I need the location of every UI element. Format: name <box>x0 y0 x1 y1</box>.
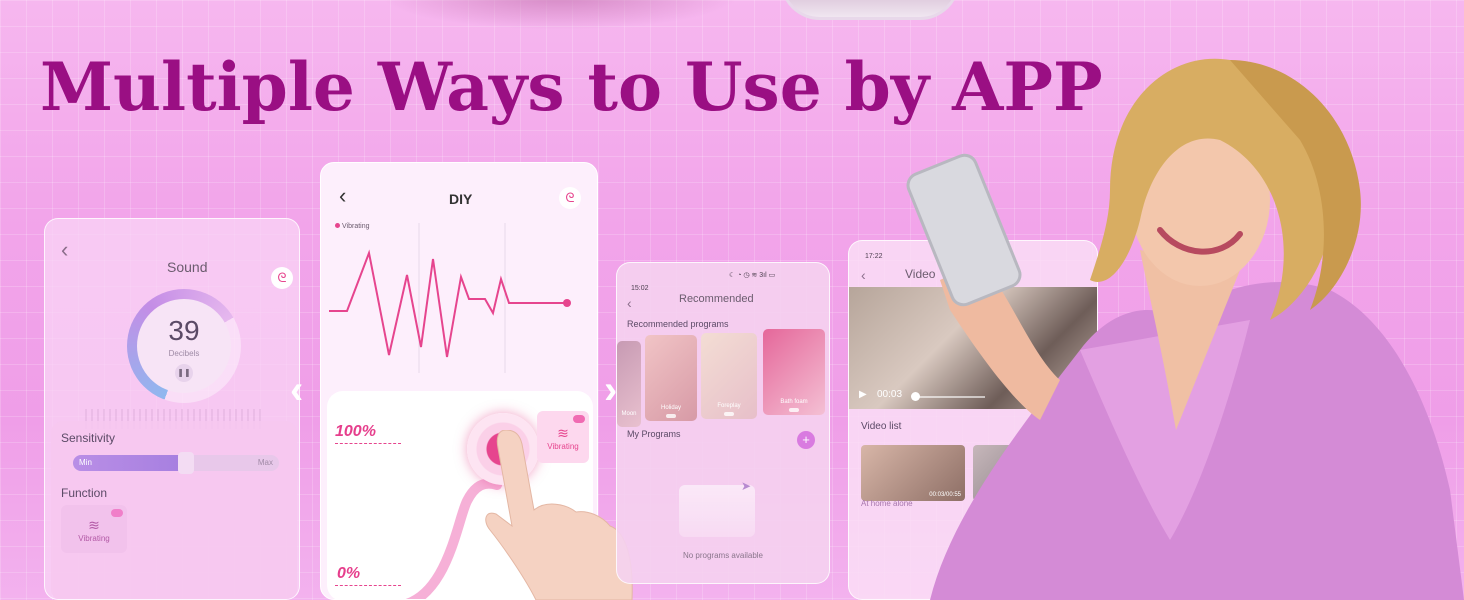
empty-programs-text: No programs available <box>682 551 764 560</box>
program-card[interactable]: Holiday <box>645 335 697 421</box>
sensitivity-slider[interactable]: Min Max <box>73 452 279 474</box>
recommended-screen: 15:02 ☾ ◔ ◷ ≋ 3ıl ▭ ‹ Recommended Recomm… <box>616 262 830 584</box>
chevron-left-icon[interactable]: ‹ <box>290 368 303 413</box>
slider-thumb[interactable] <box>178 452 195 474</box>
sound-title: Sound <box>167 259 208 275</box>
woman-with-phone-image <box>906 58 1464 600</box>
program-bar <box>724 412 734 416</box>
top-percent-label: 100% <box>335 423 376 440</box>
program-label: Moon <box>621 411 637 417</box>
slider-min-label: Min <box>79 458 92 467</box>
chevron-left-icon[interactable]: ‹ <box>61 237 68 263</box>
program-label: Foreplay <box>717 403 741 409</box>
chevron-left-icon[interactable]: ‹ <box>627 295 632 311</box>
phone-device <box>906 153 1022 307</box>
function-label: Function <box>61 486 108 500</box>
diy-toggle[interactable] <box>573 415 585 423</box>
status-time: 15:02 <box>631 285 649 292</box>
function-vibrating-tile[interactable]: ≋ Vibrating <box>61 505 127 553</box>
sensitivity-label: Sensitivity <box>61 431 116 445</box>
program-bar <box>789 408 799 412</box>
my-programs-label: My Programs <box>627 429 681 439</box>
program-card[interactable]: Moon <box>617 341 641 427</box>
recommended-programs-title: Recommended programs <box>627 319 729 329</box>
function-toggle[interactable] <box>111 509 123 517</box>
app-logo-icon: ᘓ <box>559 187 581 209</box>
diy-title: DIY <box>449 191 473 207</box>
decibel-unit: Decibels <box>168 349 200 358</box>
send-icon: ➤ <box>741 479 752 493</box>
top-product-device <box>780 0 960 20</box>
pointing-finger-icon <box>485 430 633 600</box>
decibel-gauge: 39 Decibels ❚❚ <box>127 289 241 403</box>
diy-waveform-line <box>329 249 567 358</box>
function-tile-label: Vibrating <box>78 534 110 543</box>
status-icons: ☾ ◔ ◷ ≋ 3ıl ▭ <box>729 272 776 279</box>
recommended-title: Recommended <box>679 293 754 305</box>
bottom-percent-label: 0% <box>337 565 361 582</box>
sound-screen: ‹ Sound ᘓ 39 Decibels ❚❚ Sensitivity Min… <box>44 218 300 600</box>
pause-icon[interactable]: ❚❚ <box>175 364 193 382</box>
diy-waveform-chart <box>329 223 571 373</box>
program-bar <box>666 414 676 418</box>
slider-max-label: Max <box>257 458 273 467</box>
program-label: Holiday <box>660 405 681 411</box>
decibel-value: 39 <box>168 315 200 346</box>
diy-waveform-end-point <box>563 299 571 307</box>
app-logo-icon: ᘓ <box>271 267 293 289</box>
chevron-left-icon[interactable]: ‹ <box>339 183 346 209</box>
program-card[interactable]: Foreplay <box>701 333 757 419</box>
vibrate-waves-icon: ≋ <box>88 517 100 533</box>
